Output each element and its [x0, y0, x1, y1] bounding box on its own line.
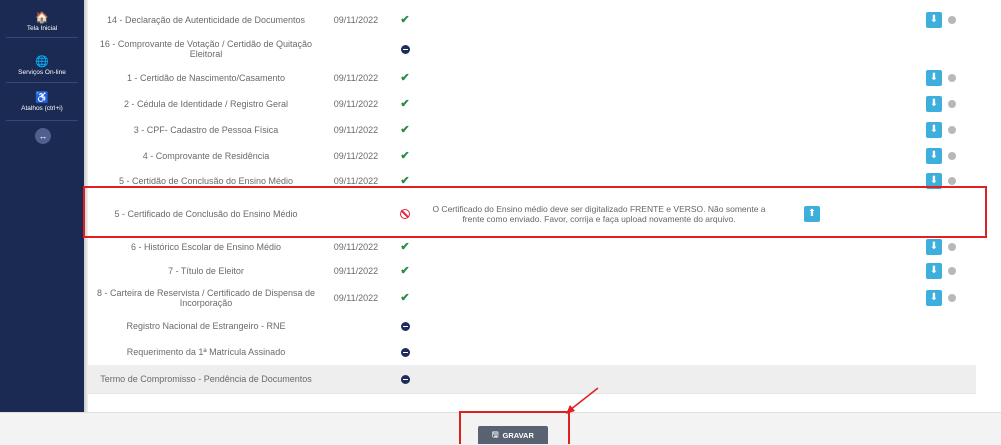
sidebar-divider — [6, 37, 78, 38]
download-button[interactable]: ⬇ — [926, 70, 942, 86]
submission-date: 09/11/2022 — [333, 293, 379, 303]
gear-icon[interactable] — [948, 177, 956, 185]
sidebar-item-home[interactable]: 🏠 Tela Inicial — [0, 12, 84, 33]
table-row: 3 - CPF- Cadastro de Pessoa Física 09/11/… — [88, 117, 976, 144]
gear-icon[interactable] — [948, 126, 956, 134]
gear-icon[interactable] — [948, 294, 956, 302]
sidebar-divider — [6, 82, 78, 83]
submission-date: 09/11/2022 — [333, 72, 379, 83]
save-icon: 🖫 — [492, 429, 499, 439]
checkmark-icon: ✔ — [400, 124, 410, 136]
save-button[interactable]: 🖫 GRAVAR — [478, 426, 548, 444]
submission-date: 09/11/2022 — [333, 15, 379, 25]
submission-date — [320, 313, 392, 339]
download-button[interactable]: ⬇ — [926, 148, 942, 164]
document-name: 7 - Título de Eleitor — [168, 265, 244, 276]
document-name: 14 - Declaração de Autenticidade de Docu… — [106, 15, 306, 25]
table-row: 16 - Comprovante de Votação / Certidão d… — [88, 34, 976, 65]
gear-icon[interactable] — [948, 152, 956, 160]
table-row: 7 - Título de Eleitor 09/11/2022 ✔ ⬇ — [88, 258, 976, 284]
gear-icon[interactable] — [948, 100, 956, 108]
status-pending-icon — [390, 339, 420, 365]
minus-circle-icon — [400, 321, 410, 331]
document-name: 2 - Cédula de Identidade / Registro Gera… — [123, 99, 289, 109]
status-ok-icon: ✔ — [390, 258, 420, 283]
table-row: 8 - Carteira de Reservista / Certificado… — [88, 283, 976, 314]
submission-date: 09/11/2022 — [333, 99, 379, 109]
submission-date: 09/11/2022 — [333, 242, 379, 252]
download-button[interactable]: ⬇ — [926, 239, 942, 255]
checkmark-icon: ✔ — [400, 241, 410, 253]
checkmark-icon: ✔ — [400, 71, 410, 84]
gear-icon[interactable] — [948, 267, 956, 275]
status-ok-icon: ✔ — [390, 64, 420, 91]
highlight-box-rejected-row — [83, 186, 987, 238]
table-row: 14 - Declaração de Autenticidade de Docu… — [88, 6, 976, 35]
checkmark-icon: ✔ — [400, 14, 410, 26]
document-name: 4 - Comprovante de Residência — [142, 151, 270, 161]
document-name: 6 - Histórico Escolar de Ensino Médio — [130, 242, 282, 252]
document-name: Requerimento da 1ª Matrícula Assinado — [126, 347, 286, 357]
sidebar-item-online-services[interactable]: 🌐 Serviços On-line — [0, 56, 84, 77]
checkmark-icon: ✔ — [400, 174, 410, 187]
home-icon: 🏠 — [35, 12, 49, 24]
status-pending-icon — [390, 313, 420, 339]
status-ok-icon: ✔ — [390, 6, 420, 34]
status-pending-icon — [390, 365, 420, 393]
sidebar-item-shortcuts[interactable]: ♿ Atalhos (ctrl+i) — [0, 92, 84, 113]
table-row: 1 - Certidão de Nascimento/Casamento 09/1… — [88, 64, 976, 92]
download-button[interactable]: ⬇ — [926, 290, 942, 306]
sidebar-item-label: Serviços On-line — [18, 69, 66, 76]
checkmark-icon: ✔ — [400, 98, 410, 110]
annotation-arrow — [566, 387, 599, 414]
sidebar-toggle-button[interactable]: ↔ — [35, 128, 51, 144]
accessibility-icon: ♿ — [35, 92, 49, 104]
document-name: Termo de Compromisso - Pendência de Docu… — [100, 374, 312, 384]
submission-date — [320, 365, 392, 393]
submission-date — [320, 339, 392, 365]
status-ok-icon: ✔ — [390, 283, 420, 313]
minus-circle-icon — [400, 44, 410, 54]
download-button[interactable]: ⬇ — [926, 12, 942, 28]
table-row: 6 - Histórico Escolar de Ensino Médio 09/… — [88, 236, 976, 259]
globe-icon: 🌐 — [35, 56, 49, 68]
document-name: 3 - CPF- Cadastro de Pessoa Física — [133, 125, 279, 135]
sidebar-item-label: Tela Inicial — [26, 25, 58, 32]
status-pending-icon — [390, 34, 420, 64]
save-button-label: GRAVAR — [502, 430, 534, 440]
download-button[interactable]: ⬇ — [926, 96, 942, 112]
minus-circle-icon — [400, 374, 410, 384]
document-name: 16 - Comprovante de Votação / Certidão d… — [99, 39, 313, 59]
table-row: Requerimento da 1ª Matrícula Assinado — [88, 339, 976, 366]
submission-date — [320, 34, 392, 64]
status-ok-icon: ✔ — [390, 143, 420, 169]
gear-icon[interactable] — [948, 16, 956, 24]
submission-date: 09/11/2022 — [333, 151, 379, 161]
status-ok-icon: ✔ — [390, 236, 420, 258]
table-row: Registro Nacional de Estrangeiro - RNE — [88, 313, 976, 340]
sidebar-item-label: Atalhos (ctrl+i) — [21, 105, 63, 112]
download-button[interactable]: ⬇ — [926, 122, 942, 138]
status-ok-icon: ✔ — [390, 91, 420, 117]
document-name: Registro Nacional de Estrangeiro - RNE — [126, 321, 286, 331]
download-button[interactable]: ⬇ — [926, 263, 942, 279]
checkmark-icon: ✔ — [400, 150, 410, 162]
minus-circle-icon — [400, 347, 410, 357]
table-row: 2 - Cédula de Identidade / Registro Gera… — [88, 91, 976, 118]
sidebar-divider — [6, 120, 78, 121]
checkmark-icon: ✔ — [400, 264, 410, 277]
document-name: 1 - Certidão de Nascimento/Casamento — [126, 72, 286, 83]
sidebar: 🏠 Tela Inicial 🌐 Serviços On-line ♿ Atal… — [0, 0, 84, 412]
checkmark-icon: ✔ — [400, 292, 410, 304]
document-name: 8 - Carteira de Reservista / Certificado… — [96, 288, 316, 308]
gear-icon[interactable] — [948, 74, 956, 82]
table-row: 4 - Comprovante de Residência 09/11/2022 ✔… — [88, 143, 976, 170]
gear-icon[interactable] — [948, 243, 956, 251]
submission-date: 09/11/2022 — [333, 265, 379, 276]
status-ok-icon: ✔ — [390, 117, 420, 143]
table-row: Termo de Compromisso - Pendência de Docu… — [88, 365, 976, 394]
submission-date: 09/11/2022 — [333, 125, 379, 135]
